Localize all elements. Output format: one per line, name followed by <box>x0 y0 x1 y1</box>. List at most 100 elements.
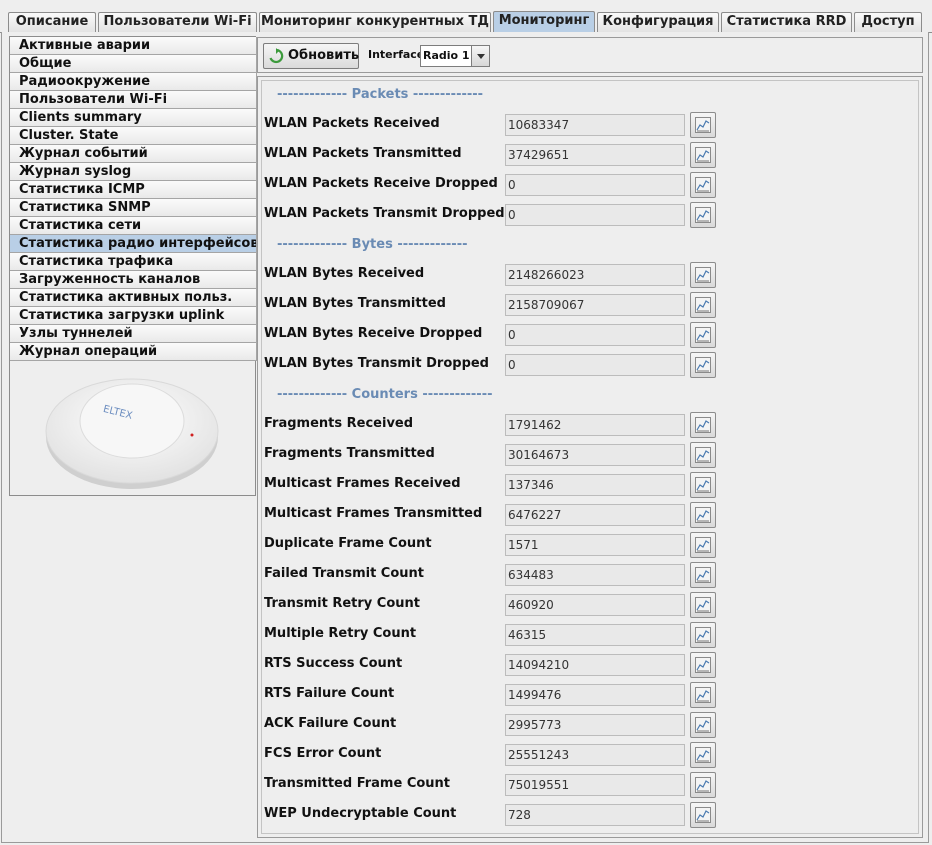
stat-chart-button[interactable] <box>690 202 716 228</box>
sidebar-item-radio-environment[interactable]: Радиоокружение <box>10 73 257 91</box>
tab-configuration[interactable]: Конфигурация <box>597 12 719 32</box>
stat-value-field[interactable]: 728 <box>505 804 685 826</box>
chart-icon <box>695 267 711 283</box>
sidebar-item-general[interactable]: Общие <box>10 55 257 73</box>
section-title: ------------- Packets ------------- <box>277 87 484 102</box>
chart-icon <box>695 417 711 433</box>
sidebar-item-traffic-stats[interactable]: Статистика трафика <box>10 253 257 271</box>
stat-chart-button[interactable] <box>690 622 716 648</box>
stat-chart-button[interactable] <box>690 322 716 348</box>
sidebar-item-channel-load[interactable]: Загруженность каналов <box>10 271 257 289</box>
sidebar-item-operations-log[interactable]: Журнал операций <box>10 343 257 361</box>
chart-icon <box>695 447 711 463</box>
stat-value-field[interactable]: 0 <box>505 174 685 196</box>
stat-label: WLAN Bytes Transmitted <box>264 296 446 311</box>
chart-icon <box>695 477 711 493</box>
toolbar: Обновить Interface Radio 1 <box>257 37 923 73</box>
stat-value-field[interactable]: 30164673 <box>505 444 685 466</box>
refresh-button[interactable]: Обновить <box>263 43 359 69</box>
stat-label: WLAN Bytes Transmit Dropped <box>264 356 489 371</box>
stat-chart-button[interactable] <box>690 562 716 588</box>
chart-icon <box>695 357 711 373</box>
stat-value-field[interactable]: 2995773 <box>505 714 685 736</box>
stat-value-field[interactable]: 1791462 <box>505 414 685 436</box>
stat-label: Transmitted Frame Count <box>264 776 451 791</box>
tab-rrd-statistics[interactable]: Статистика RRD <box>721 12 852 32</box>
stat-value-field[interactable]: 0 <box>505 324 685 346</box>
stat-value-field[interactable]: 1571 <box>505 534 685 556</box>
sidebar-item-active-alarms[interactable]: Активные аварии <box>10 37 257 55</box>
stat-chart-button[interactable] <box>690 742 716 768</box>
stat-value-field[interactable]: 0 <box>505 354 685 376</box>
stat-label: Transmit Retry Count <box>264 596 421 611</box>
stat-chart-button[interactable] <box>690 442 716 468</box>
stat-value-field[interactable]: 10683347 <box>505 114 685 136</box>
stat-value-field[interactable]: 25551243 <box>505 744 685 766</box>
sidebar-item-event-log[interactable]: Журнал событий <box>10 145 257 163</box>
chart-icon <box>695 147 711 163</box>
sidebar-item-cluster-state[interactable]: Cluster. State <box>10 127 257 145</box>
stat-label: RTS Success Count <box>264 656 403 671</box>
stat-value-field[interactable]: 75019551 <box>505 774 685 796</box>
stat-chart-button[interactable] <box>690 802 716 828</box>
section-title: ------------- Counters ------------- <box>277 387 493 402</box>
stat-chart-button[interactable] <box>690 712 716 738</box>
stat-chart-button[interactable] <box>690 472 716 498</box>
tab-description[interactable]: Описание <box>8 12 96 32</box>
stat-chart-button[interactable] <box>690 592 716 618</box>
chart-icon <box>695 687 711 703</box>
stat-chart-button[interactable] <box>690 502 716 528</box>
chart-icon <box>695 537 711 553</box>
stat-value-field[interactable]: 6476227 <box>505 504 685 526</box>
sidebar-item-wifi-users[interactable]: Пользователи Wi-Fi <box>10 91 257 109</box>
sidebar-item-radio-interface-stats[interactable]: Статистика радио интерфейсов <box>10 235 257 253</box>
stat-value-field[interactable]: 137346 <box>505 474 685 496</box>
stat-value-field[interactable]: 46315 <box>505 624 685 646</box>
interface-select[interactable]: Radio 1 <box>420 45 490 67</box>
sidebar-item-uplink-load-stats[interactable]: Статистика загрузки uplink <box>10 307 257 325</box>
stat-label: Multiple Retry Count <box>264 626 417 641</box>
stat-chart-button[interactable] <box>690 412 716 438</box>
chart-icon <box>695 807 711 823</box>
chevron-down-icon[interactable] <box>471 46 489 66</box>
stat-value-field[interactable]: 14094210 <box>505 654 685 676</box>
stat-chart-button[interactable] <box>690 142 716 168</box>
stat-value-field[interactable]: 2158709067 <box>505 294 685 316</box>
stat-value-field[interactable]: 0 <box>505 204 685 226</box>
tab-competitor-ap-monitoring[interactable]: Мониторинг конкурентных ТД <box>259 12 491 32</box>
stat-chart-button[interactable] <box>690 772 716 798</box>
stat-chart-button[interactable] <box>690 172 716 198</box>
sidebar-item-icmp-stats[interactable]: Статистика ICMP <box>10 181 257 199</box>
stat-label: WEP Undecryptable Count <box>264 806 457 821</box>
stat-value-field[interactable]: 460920 <box>505 594 685 616</box>
stat-label: WLAN Packets Receive Dropped <box>264 176 498 191</box>
stat-chart-button[interactable] <box>690 682 716 708</box>
tab-access[interactable]: Доступ <box>854 12 922 32</box>
stat-chart-button[interactable] <box>690 112 716 138</box>
sidebar-item-tunnel-nodes[interactable]: Узлы туннелей <box>10 325 257 343</box>
sidebar-item-snmp-stats[interactable]: Статистика SNMP <box>10 199 257 217</box>
stat-label: WLAN Packets Transmit Dropped <box>264 206 505 221</box>
stat-label: Multicast Frames Received <box>264 476 461 491</box>
stat-chart-button[interactable] <box>690 652 716 678</box>
stat-label: Duplicate Frame Count <box>264 536 432 551</box>
tab-wifi-users[interactable]: Пользователи Wi-Fi <box>98 12 257 32</box>
sidebar-item-active-users-stats[interactable]: Статистика активных польз. <box>10 289 257 307</box>
stat-chart-button[interactable] <box>690 262 716 288</box>
chart-icon <box>695 507 711 523</box>
stat-label: Multicast Frames Transmitted <box>264 506 483 521</box>
chart-icon <box>695 627 711 643</box>
stat-chart-button[interactable] <box>690 352 716 378</box>
sidebar-item-clients-summary[interactable]: Clients summary <box>10 109 257 127</box>
chart-icon <box>695 297 711 313</box>
refresh-icon <box>269 48 284 64</box>
stat-value-field[interactable]: 37429651 <box>505 144 685 166</box>
stat-value-field[interactable]: 634483 <box>505 564 685 586</box>
stat-chart-button[interactable] <box>690 292 716 318</box>
tab-monitoring[interactable]: Мониторинг <box>493 11 595 33</box>
sidebar-item-network-stats[interactable]: Статистика сети <box>10 217 257 235</box>
sidebar-item-syslog[interactable]: Журнал syslog <box>10 163 257 181</box>
stat-value-field[interactable]: 2148266023 <box>505 264 685 286</box>
stat-chart-button[interactable] <box>690 532 716 558</box>
stat-value-field[interactable]: 1499476 <box>505 684 685 706</box>
